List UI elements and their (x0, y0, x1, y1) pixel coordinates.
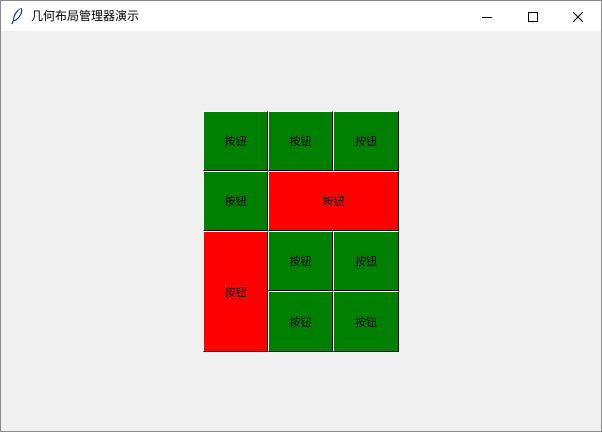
grid-button[interactable]: 按钮 (203, 231, 268, 352)
maximize-icon (528, 7, 538, 26)
maximize-button[interactable] (510, 1, 556, 31)
feather-icon (10, 7, 24, 25)
grid-button[interactable]: 按钮 (268, 171, 399, 231)
grid-button[interactable]: 按钮 (203, 171, 268, 231)
minimize-button[interactable] (464, 1, 510, 31)
window-title: 几何布局管理器演示 (31, 9, 140, 23)
grid-button[interactable]: 按钮 (333, 111, 399, 171)
grid-button[interactable]: 按钮 (268, 291, 333, 352)
grid-button[interactable]: 按钮 (333, 231, 399, 291)
close-icon (572, 7, 584, 26)
close-button[interactable] (555, 1, 601, 31)
grid-button[interactable]: 按钮 (333, 291, 399, 352)
grid-button[interactable]: 按钮 (268, 111, 333, 171)
grid-button[interactable]: 按钮 (268, 231, 333, 291)
title-bar[interactable]: 几何布局管理器演示 (1, 1, 601, 31)
grid-button[interactable]: 按钮 (203, 111, 268, 171)
app-window: 几何布局管理器演示 按钮 按钮 按钮 按钮 按钮 按钮 按钮 按钮 按钮 按钮 (0, 0, 602, 432)
client-area: 按钮 按钮 按钮 按钮 按钮 按钮 按钮 按钮 按钮 按钮 (1, 31, 601, 431)
minimize-icon (482, 7, 492, 26)
button-grid: 按钮 按钮 按钮 按钮 按钮 按钮 按钮 按钮 按钮 按钮 (203, 111, 399, 352)
